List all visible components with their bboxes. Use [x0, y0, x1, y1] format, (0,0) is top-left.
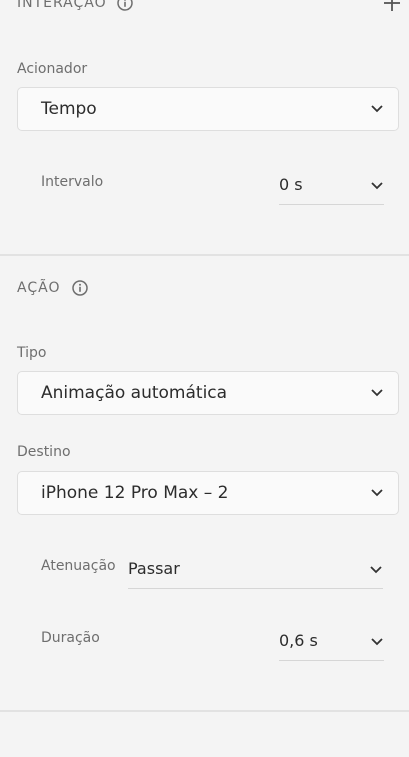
- chevron-down-icon: [370, 566, 382, 574]
- type-label: Tipo: [17, 345, 47, 361]
- prototype-panel: INTERAÇÃO Acionador Tempo Intervalo 0 s …: [0, 0, 409, 757]
- chevron-down-icon: [371, 638, 383, 646]
- easing-select[interactable]: Passar: [128, 548, 383, 589]
- chevron-down-icon: [371, 489, 383, 497]
- trigger-label: Acionador: [17, 61, 88, 77]
- easing-value: Passar: [128, 558, 180, 578]
- destination-value: iPhone 12 Pro Max – 2: [41, 483, 229, 503]
- interval-label: Intervalo: [41, 174, 104, 190]
- destination-label: Destino: [17, 444, 71, 460]
- duration-value: 0,6 s: [279, 630, 318, 650]
- type-select[interactable]: Animação automática: [17, 371, 399, 415]
- duration-label: Duração: [41, 630, 100, 646]
- interaction-header: INTERAÇÃO: [17, 0, 133, 11]
- interval-value: 0 s: [279, 174, 303, 194]
- trigger-value: Tempo: [41, 99, 97, 119]
- type-value: Animação automática: [41, 383, 228, 403]
- action-title: AÇÃO: [17, 280, 61, 296]
- chevron-down-icon: [371, 389, 383, 397]
- chevron-down-icon: [371, 105, 383, 113]
- info-icon[interactable]: [116, 0, 133, 11]
- easing-label: Atenuação: [41, 558, 116, 574]
- destination-select[interactable]: iPhone 12 Pro Max – 2: [17, 471, 399, 515]
- chevron-down-icon: [371, 182, 383, 190]
- section-divider: [0, 254, 409, 256]
- plus-icon[interactable]: [383, 0, 401, 12]
- trigger-select[interactable]: Tempo: [17, 87, 399, 131]
- interaction-title: INTERAÇÃO: [17, 0, 107, 11]
- interval-select[interactable]: 0 s: [279, 164, 384, 205]
- duration-select[interactable]: 0,6 s: [279, 620, 384, 661]
- section-divider: [0, 710, 409, 712]
- info-icon[interactable]: [72, 280, 89, 296]
- action-header: AÇÃO: [17, 280, 89, 296]
